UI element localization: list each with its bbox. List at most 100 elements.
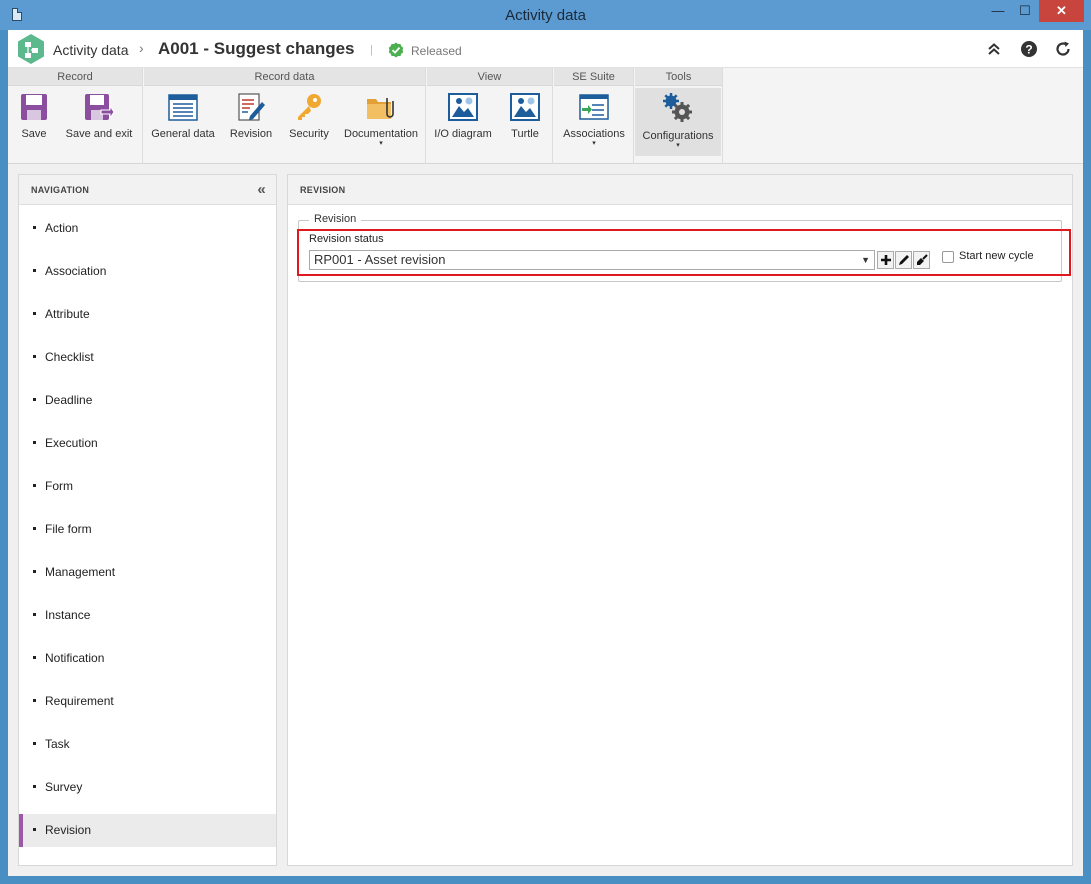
nav-item-label: Form bbox=[45, 479, 73, 493]
associations-button[interactable]: Associations ▾ bbox=[558, 88, 630, 156]
nav-item-requirement[interactable]: Requirement bbox=[19, 685, 276, 718]
close-button[interactable]: ✕ bbox=[1039, 0, 1084, 22]
panel-title: REVISION bbox=[300, 185, 346, 195]
window-title: Activity data bbox=[505, 7, 586, 24]
nav-item-management[interactable]: Management bbox=[19, 556, 276, 589]
revision-status-label: Revision status bbox=[309, 233, 384, 245]
ribbon-group-label: SE Suite bbox=[554, 68, 633, 86]
nav-item-label: Revision bbox=[45, 823, 92, 837]
io-diagram-button[interactable]: I/O diagram bbox=[431, 88, 495, 156]
navigation-panel: NAVIGATION « Action Association Attribute C… bbox=[18, 174, 277, 866]
bullet-icon bbox=[33, 398, 36, 401]
nav-item-execution[interactable]: Execution bbox=[19, 427, 276, 460]
navigation-header: NAVIGATION « bbox=[19, 175, 276, 205]
bullet-icon bbox=[33, 570, 36, 573]
ribbon-group-record-data: Record data General data Revision Securi… bbox=[144, 68, 426, 164]
ribbon-group-record: Record Save Save and exit bbox=[8, 68, 143, 164]
save-exit-icon bbox=[85, 94, 115, 120]
associations-icon bbox=[579, 94, 609, 120]
turtle-button[interactable]: Turtle bbox=[501, 88, 549, 156]
edit-button[interactable] bbox=[895, 251, 912, 269]
breadcrumb-app[interactable]: Activity data bbox=[53, 42, 128, 58]
collapse-up-icon[interactable] bbox=[985, 40, 1003, 58]
revision-panel-header: REVISION bbox=[288, 175, 1072, 205]
bullet-icon bbox=[33, 785, 36, 788]
nav-item-action[interactable]: Action bbox=[19, 212, 276, 245]
nav-item-file-form[interactable]: File form bbox=[19, 513, 276, 546]
refresh-icon[interactable] bbox=[1054, 40, 1072, 58]
nav-item-label: Instance bbox=[45, 608, 91, 622]
nav-item-label: Execution bbox=[45, 436, 98, 450]
revision-status-select[interactable]: RP001 - Asset revision ▼ bbox=[309, 250, 875, 270]
nav-item-label: Association bbox=[45, 264, 107, 278]
dropdown-arrow-icon[interactable]: ▼ bbox=[861, 251, 870, 269]
start-new-cycle-checkbox[interactable] bbox=[942, 251, 954, 263]
documentation-button[interactable]: Documentation ▾ bbox=[340, 88, 422, 156]
ribbon-group-label: Record data bbox=[144, 68, 425, 86]
broom-icon bbox=[916, 254, 928, 265]
nav-item-label: Survey bbox=[45, 780, 83, 794]
window-client: Activity data › A001 - Suggest changes |… bbox=[8, 30, 1083, 876]
nav-item-association[interactable]: Association bbox=[19, 255, 276, 288]
revision-button[interactable]: Revision bbox=[226, 88, 276, 156]
dropdown-caret-icon: ▾ bbox=[592, 140, 596, 147]
nav-item-label: Management bbox=[45, 565, 116, 579]
nav-item-deadline[interactable]: Deadline bbox=[19, 384, 276, 417]
nav-item-label: Action bbox=[45, 221, 79, 235]
gears-icon bbox=[663, 93, 692, 122]
image-icon bbox=[510, 93, 540, 121]
ribbon-group-view: View I/O diagram Turtle bbox=[427, 68, 553, 164]
app-logo-icon bbox=[18, 34, 44, 64]
ribbon-group-label: Tools bbox=[635, 68, 722, 86]
nav-item-label: Requirement bbox=[45, 694, 114, 708]
navigation-title: NAVIGATION bbox=[31, 185, 90, 195]
header-divider: | bbox=[370, 44, 373, 56]
save-and-exit-button[interactable]: Save and exit bbox=[60, 88, 138, 156]
image-icon bbox=[448, 93, 478, 121]
dropdown-caret-icon: ▾ bbox=[676, 142, 680, 149]
nav-item-instance[interactable]: Instance bbox=[19, 599, 276, 632]
minimize-button[interactable]: — bbox=[985, 0, 1011, 22]
page-title: A001 - Suggest changes bbox=[158, 39, 355, 58]
add-button[interactable] bbox=[877, 251, 894, 269]
status-badge: Released bbox=[411, 44, 462, 58]
ribbon-group-se-suite: SE Suite Associations ▾ bbox=[554, 68, 634, 164]
revision-status-value: RP001 - Asset revision bbox=[314, 252, 446, 267]
record-header: Activity data › A001 - Suggest changes |… bbox=[8, 30, 1083, 68]
ribbon-group-label: View bbox=[427, 68, 552, 86]
nav-item-notification[interactable]: Notification bbox=[19, 642, 276, 675]
clear-button[interactable] bbox=[913, 251, 930, 269]
dropdown-caret-icon: ▾ bbox=[379, 140, 383, 147]
bullet-icon bbox=[33, 441, 36, 444]
bullet-icon bbox=[33, 355, 36, 358]
nav-item-attribute[interactable]: Attribute bbox=[19, 298, 276, 331]
nav-item-revision[interactable]: Revision bbox=[19, 814, 276, 847]
nav-item-label: Notification bbox=[45, 651, 105, 665]
maximize-button[interactable]: ☐ bbox=[1012, 0, 1038, 22]
fieldset-legend: Revision bbox=[309, 213, 362, 225]
key-icon bbox=[298, 94, 321, 120]
nav-item-survey[interactable]: Survey bbox=[19, 771, 276, 804]
breadcrumb-separator-icon: › bbox=[139, 40, 144, 56]
ribbon-toolbar: Record Save Save and exit Record data Ge… bbox=[8, 68, 1083, 164]
titlebar: Activity data — ☐ ✕ bbox=[0, 0, 1091, 30]
bullet-icon bbox=[33, 269, 36, 272]
help-icon[interactable]: ? bbox=[1020, 40, 1038, 58]
collapse-panel-icon[interactable]: « bbox=[257, 175, 266, 205]
revision-icon bbox=[238, 93, 265, 121]
nav-item-task[interactable]: Task bbox=[19, 728, 276, 761]
nav-item-label: Deadline bbox=[45, 393, 93, 407]
nav-item-checklist[interactable]: Checklist bbox=[19, 341, 276, 374]
general-data-icon bbox=[168, 94, 198, 121]
bullet-icon bbox=[33, 699, 36, 702]
save-button[interactable]: Save bbox=[12, 88, 56, 156]
bullet-icon bbox=[33, 527, 36, 530]
ribbon-group-label: Record bbox=[8, 68, 142, 86]
bullet-icon bbox=[33, 742, 36, 745]
configurations-button[interactable]: Configurations ▾ bbox=[635, 88, 721, 156]
nav-item-form[interactable]: Form bbox=[19, 470, 276, 503]
general-data-button[interactable]: General data bbox=[148, 88, 218, 156]
nav-item-label: Attribute bbox=[45, 307, 90, 321]
security-button[interactable]: Security bbox=[284, 88, 334, 156]
start-new-cycle-label: Start new cycle bbox=[959, 250, 1034, 262]
